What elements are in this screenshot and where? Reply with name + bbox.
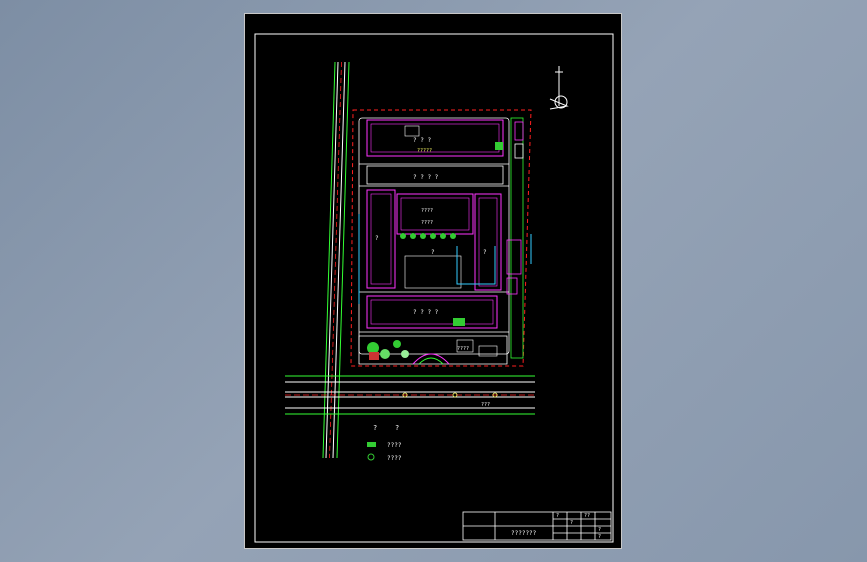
legend-header-a: ? — [373, 424, 377, 432]
block-b-label: ? ? ? ? — [413, 174, 439, 181]
title-cell-5: ? — [598, 534, 601, 540]
north-arrow-icon — [549, 66, 569, 110]
legend-item-2: ???? — [387, 455, 402, 462]
entrance-plaza — [358, 335, 508, 365]
legend: ? ? ???? ???? — [367, 424, 402, 462]
block-a-label: ? ? ? — [413, 137, 431, 144]
east-green-strip — [510, 117, 524, 359]
central-complex — [366, 189, 502, 291]
title-cell-4: ? — [598, 527, 601, 533]
water-channel — [358, 214, 532, 304]
south-road — [285, 375, 535, 415]
site-plan: ? ? ? ????? ? ? ? ? ? ? ? ???? ???? ? ? … — [254, 33, 614, 543]
title-cell-2: ?? — [584, 513, 590, 519]
legend-header-b: ? — [395, 424, 399, 432]
block-a — [366, 119, 504, 157]
gate-label: ???? — [457, 346, 469, 352]
legend-item-1: ???? — [387, 442, 402, 449]
legend-tree-icon — [367, 453, 375, 461]
left-wing-label: ? — [375, 235, 379, 242]
legend-swatch-green — [367, 442, 376, 447]
hall-a-label: ???? — [421, 208, 433, 214]
road-label: ??? — [481, 402, 490, 408]
title-drawing-name: ??????? — [511, 530, 537, 537]
central-label: ? — [431, 249, 435, 256]
title-cell-3: ? — [570, 520, 573, 526]
right-wing-label: ? — [483, 249, 487, 256]
south-block-label: ? ? ? ? — [413, 309, 439, 316]
hall-b-label: ???? — [421, 220, 433, 226]
drawing-sheet: ? ? ? ????? ? ? ? ? ? ? ? ???? ???? ? ? … — [244, 13, 622, 549]
west-road — [322, 61, 350, 459]
block-a2-label: ????? — [417, 148, 432, 154]
title-cell-1: ? — [556, 513, 559, 519]
